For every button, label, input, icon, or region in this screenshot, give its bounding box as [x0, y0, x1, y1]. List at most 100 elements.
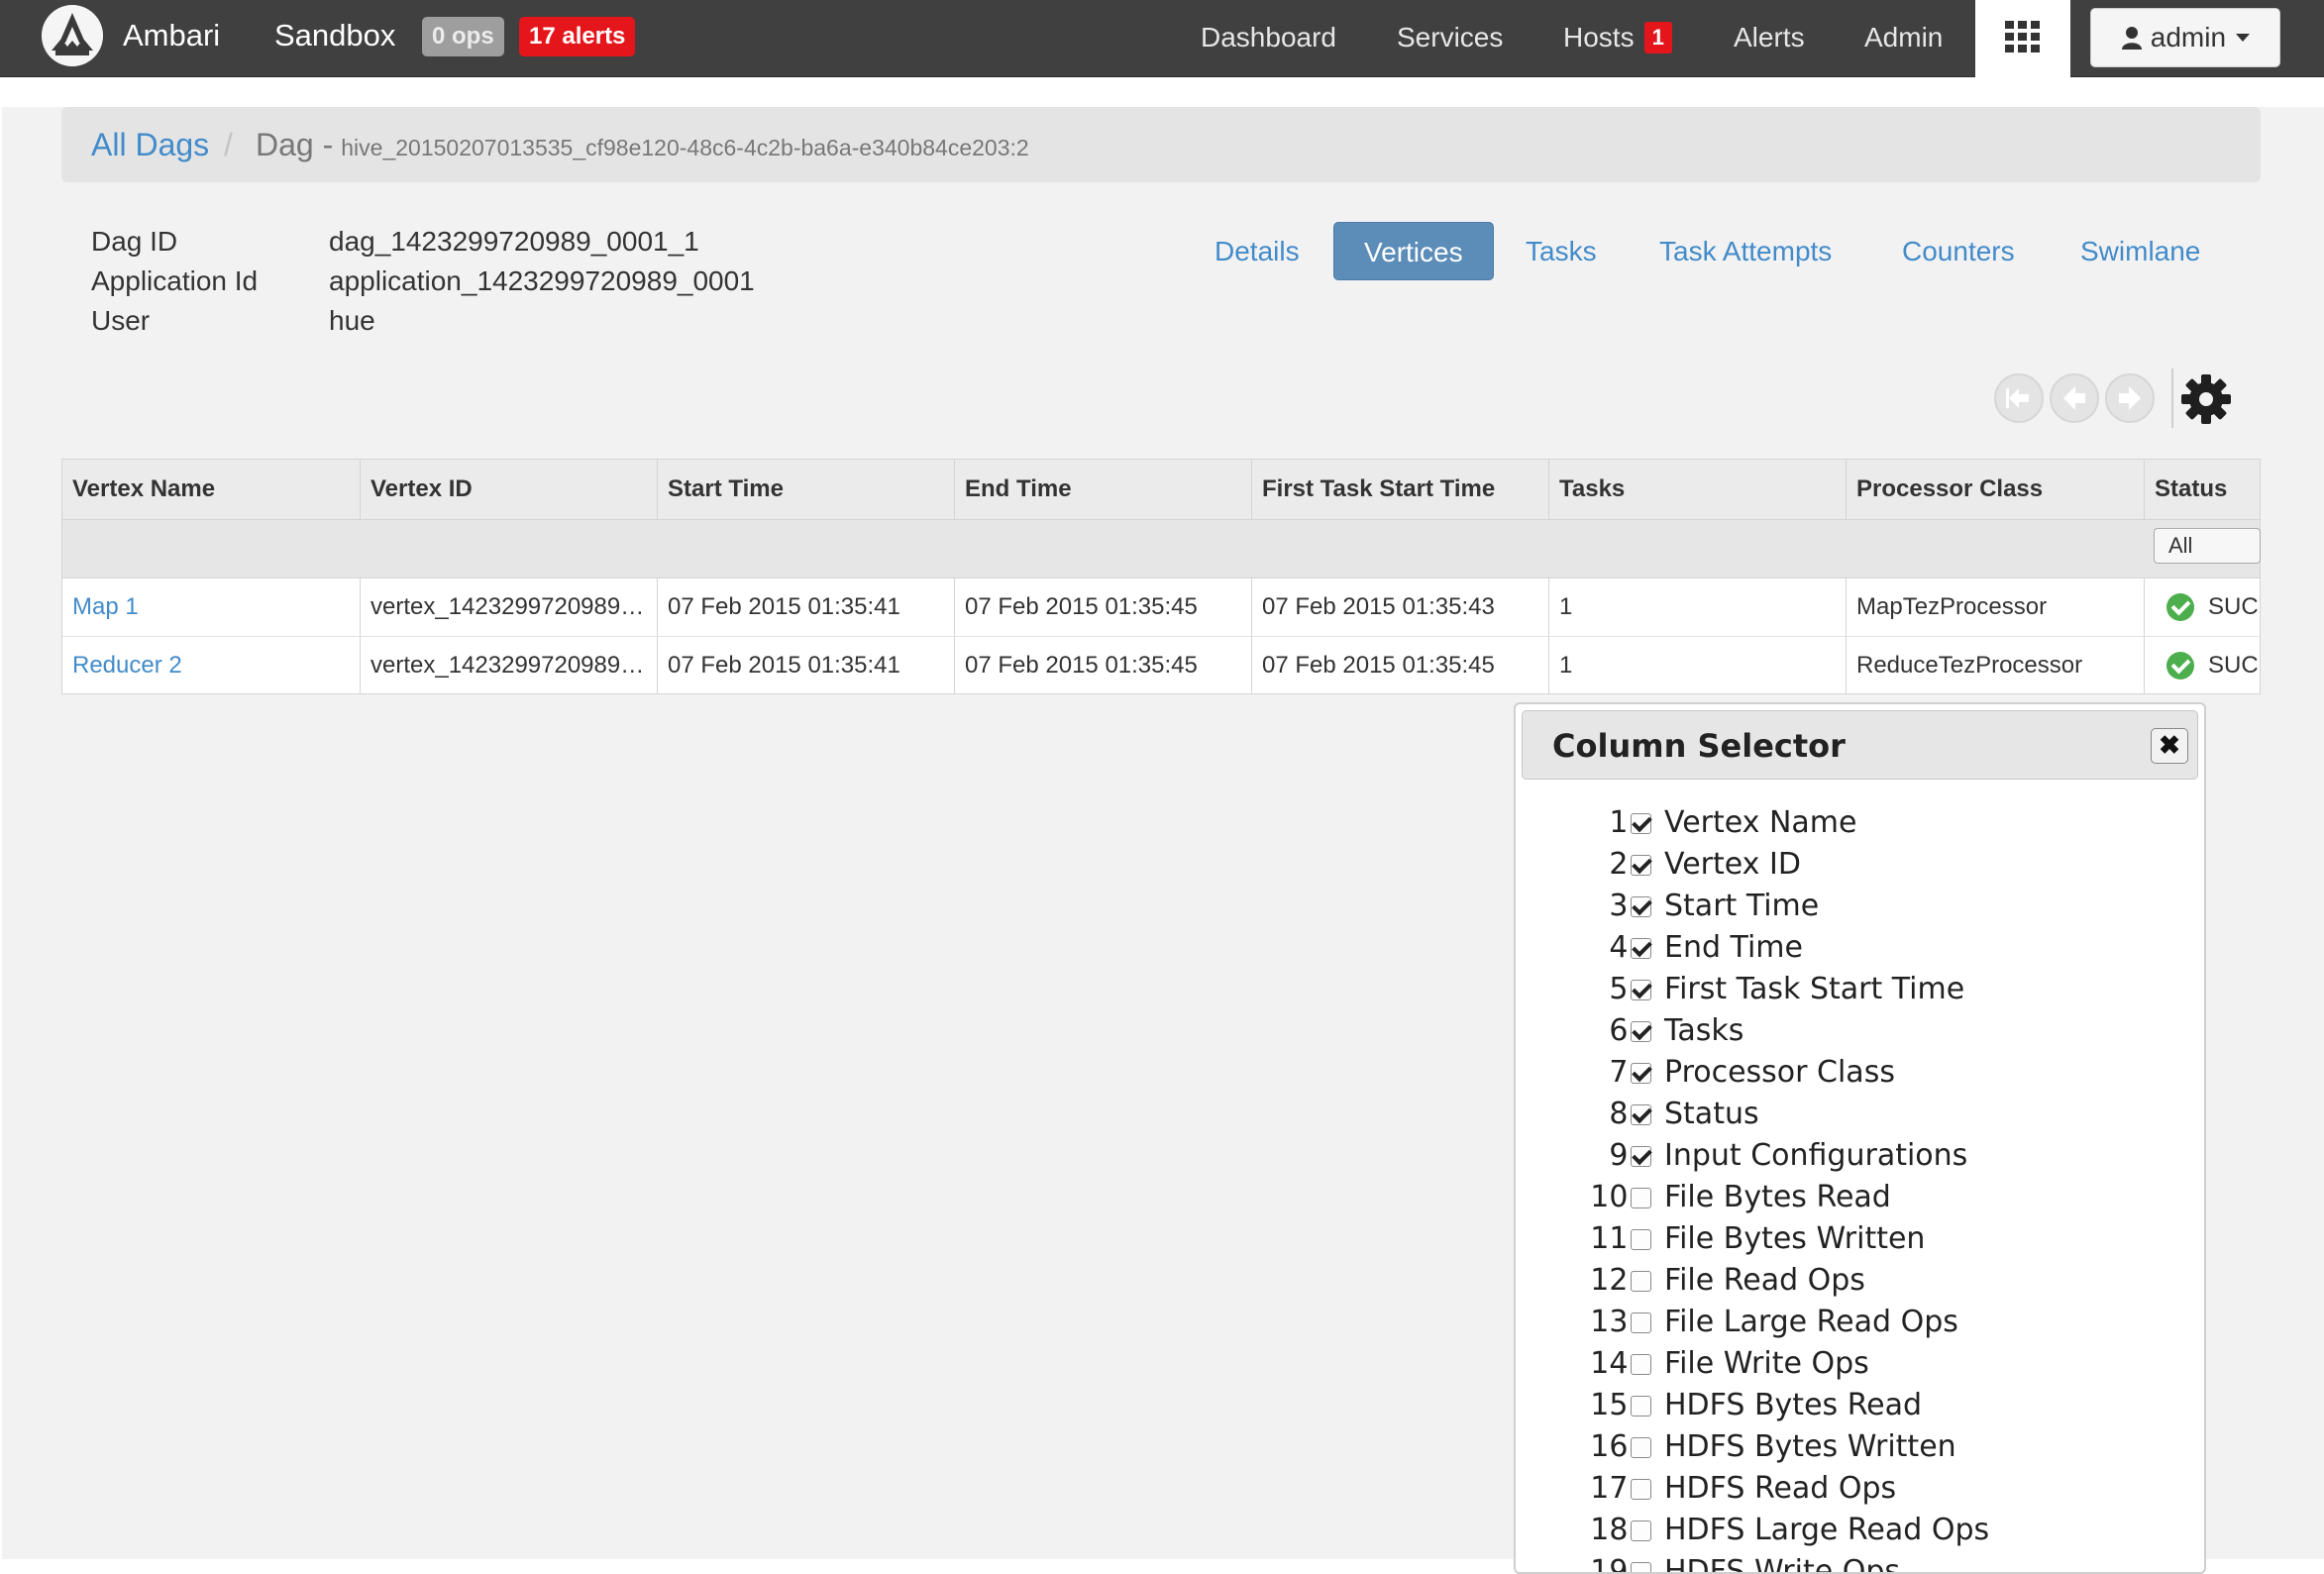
- column-option-checkbox[interactable]: [1631, 1229, 1651, 1250]
- column-option-checkbox[interactable]: [1631, 938, 1651, 959]
- arrow-right-icon[interactable]: [2105, 373, 2155, 423]
- column-header-tasks[interactable]: Tasks: [1549, 460, 1846, 519]
- column-option-label: File Write Ops: [1664, 1346, 1869, 1381]
- vertex-id-cell: vertex_1423299720989…: [370, 593, 645, 620]
- column-option-checkbox[interactable]: [1631, 1104, 1651, 1125]
- column-header-processor-class[interactable]: Processor Class: [1847, 460, 2144, 519]
- cluster-name[interactable]: Sandbox: [274, 16, 395, 55]
- status-cell: SUC: [2208, 593, 2259, 620]
- column-option[interactable]: 9. Input Configurations: [1516, 1135, 2204, 1177]
- breadcrumb-current: Dag - hive_20150207013535_cf98e120-48c6-4…: [256, 125, 1029, 167]
- ops-badge[interactable]: 0 ops: [422, 17, 504, 56]
- breadcrumb: All Dags / Dag - hive_20150207013535_cf98…: [61, 107, 2261, 182]
- user-label: User: [91, 305, 151, 336]
- column-option[interactable]: 8. Status: [1516, 1094, 2204, 1135]
- column-header-first-task-start-time[interactable]: First Task Start Time: [1252, 460, 1548, 519]
- dag-id-value: dag_1423299720989_0001_1: [329, 226, 699, 257]
- column-option-checkbox[interactable]: [1631, 1521, 1651, 1541]
- brand-name[interactable]: Ambari: [123, 16, 220, 55]
- tab-tasks[interactable]: Tasks: [1496, 222, 1627, 280]
- column-option[interactable]: 7. Processor Class: [1516, 1052, 2204, 1094]
- gear-icon[interactable]: [2179, 372, 2233, 426]
- tab-vertices[interactable]: Vertices: [1333, 222, 1494, 280]
- nav-alerts[interactable]: Alerts: [1734, 18, 1805, 57]
- status-filter-select[interactable]: All: [2154, 528, 2261, 564]
- column-option[interactable]: 4. End Time: [1516, 927, 2204, 969]
- first-task-start-cell: 07 Feb 2015 01:35:43: [1262, 593, 1495, 620]
- first-task-start-cell: 07 Feb 2015 01:35:45: [1262, 652, 1495, 679]
- column-option[interactable]: 3. Start Time: [1516, 886, 2204, 927]
- column-option-label: HDFS Bytes Read: [1664, 1388, 1923, 1422]
- column-header-vertex-id[interactable]: Vertex ID: [361, 460, 657, 519]
- column-option[interactable]: 14. File Write Ops: [1516, 1343, 2204, 1385]
- column-option-checkbox[interactable]: [1631, 1021, 1651, 1042]
- nav-services[interactable]: Services: [1397, 18, 1503, 57]
- column-header-vertex-name[interactable]: Vertex Name: [62, 460, 360, 519]
- close-icon[interactable]: ✖: [2151, 728, 2188, 764]
- ambari-logo-icon[interactable]: [42, 5, 103, 66]
- chevron-down-icon: [2236, 34, 2251, 42]
- end-time-cell: 07 Feb 2015 01:35:45: [965, 652, 1198, 679]
- start-time-cell: 07 Feb 2015 01:35:41: [668, 593, 900, 620]
- application-id-label: Application Id: [91, 265, 259, 296]
- column-option[interactable]: 13. File Large Read Ops: [1516, 1302, 2204, 1343]
- column-option-checkbox[interactable]: [1631, 1063, 1651, 1084]
- column-option-checkbox[interactable]: [1631, 1146, 1651, 1167]
- breadcrumb-all-dags[interactable]: All Dags: [91, 125, 209, 164]
- column-option-label: HDFS Read Ops: [1664, 1471, 1897, 1506]
- arrow-first-icon[interactable]: [1994, 373, 2044, 423]
- column-option[interactable]: 12. File Read Ops: [1516, 1260, 2204, 1302]
- column-option-label: Processor Class: [1664, 1055, 1895, 1090]
- vertex-name-link[interactable]: Reducer 2: [62, 637, 360, 694]
- column-option-checkbox[interactable]: [1631, 813, 1651, 834]
- column-option-label: File Large Read Ops: [1664, 1305, 1958, 1339]
- column-option[interactable]: 19. HDFS Write Ops: [1516, 1551, 2204, 1572]
- column-header-start-time[interactable]: Start Time: [658, 460, 954, 519]
- column-option-checkbox[interactable]: [1631, 896, 1651, 917]
- column-selector-panel: Column Selector ✖ 1. Vertex Name 2. Vertex …: [1514, 702, 2206, 1574]
- column-option-checkbox[interactable]: [1631, 1312, 1651, 1333]
- nav-hosts[interactable]: Hosts 1: [1563, 18, 1672, 57]
- column-option-checkbox[interactable]: [1631, 1188, 1651, 1208]
- column-option-checkbox[interactable]: [1631, 980, 1651, 1000]
- check-circle-icon: [2166, 652, 2194, 680]
- column-option-checkbox[interactable]: [1631, 1271, 1651, 1292]
- processor-class-cell: MapTezProcessor: [1856, 593, 2048, 620]
- status-cell: SUC: [2208, 652, 2259, 679]
- tab-swimlane[interactable]: Swimlane: [2051, 222, 2230, 280]
- arrow-left-icon[interactable]: [2050, 373, 2099, 423]
- processor-class-cell: ReduceTezProcessor: [1856, 652, 2083, 679]
- column-option-checkbox[interactable]: [1631, 855, 1651, 876]
- column-option[interactable]: 10. File Bytes Read: [1516, 1177, 2204, 1218]
- column-header-end-time[interactable]: End Time: [955, 460, 1251, 519]
- column-option[interactable]: 6. Tasks: [1516, 1010, 2204, 1052]
- column-option-checkbox[interactable]: [1631, 1479, 1651, 1500]
- column-option-checkbox[interactable]: [1631, 1396, 1651, 1417]
- nav-dashboard[interactable]: Dashboard: [1201, 18, 1336, 57]
- tab-counters[interactable]: Counters: [1872, 222, 2045, 280]
- column-option[interactable]: 17. HDFS Read Ops: [1516, 1468, 2204, 1510]
- column-header-status[interactable]: Status: [2145, 460, 2260, 519]
- column-option-checkbox[interactable]: [1631, 1354, 1651, 1375]
- column-option[interactable]: 2. Vertex ID: [1516, 844, 2204, 886]
- vertex-name-link[interactable]: Map 1: [62, 578, 360, 636]
- column-option[interactable]: 5. First Task Start Time: [1516, 969, 2204, 1010]
- end-time-cell: 07 Feb 2015 01:35:45: [965, 593, 1198, 620]
- alerts-badge[interactable]: 17 alerts: [519, 17, 636, 56]
- column-option[interactable]: 18. HDFS Large Read Ops: [1516, 1510, 2204, 1551]
- breadcrumb-current-prefix: Dag -: [256, 127, 334, 162]
- nav-admin[interactable]: Admin: [1864, 18, 1943, 57]
- column-option-label: Vertex ID: [1664, 847, 1801, 882]
- apps-menu-button[interactable]: [1975, 0, 2070, 77]
- column-option-label: End Time: [1664, 930, 1803, 965]
- user-menu-button[interactable]: admin: [2090, 8, 2280, 67]
- vertex-id-cell: vertex_1423299720989…: [370, 652, 645, 679]
- column-option[interactable]: 16. HDFS Bytes Written: [1516, 1426, 2204, 1468]
- column-option-checkbox[interactable]: [1631, 1437, 1651, 1458]
- column-option[interactable]: 1. Vertex Name: [1516, 802, 2204, 844]
- column-option[interactable]: 11. File Bytes Written: [1516, 1218, 2204, 1260]
- column-option[interactable]: 15. HDFS Bytes Read: [1516, 1385, 2204, 1426]
- tab-details[interactable]: Details: [1185, 222, 1329, 280]
- column-option-checkbox[interactable]: [1631, 1562, 1651, 1572]
- tab-task-attempts[interactable]: Task Attempts: [1630, 222, 1861, 280]
